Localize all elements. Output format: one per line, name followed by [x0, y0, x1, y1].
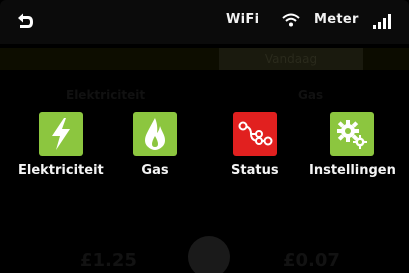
tab-left — [0, 48, 219, 70]
wifi-icon — [282, 13, 300, 27]
tab-vandaag: Vandaag — [219, 48, 363, 70]
wifi-label: WiFi — [226, 12, 260, 27]
menu-label-gas: Gas — [141, 163, 169, 178]
gears-icon — [337, 120, 368, 149]
menu-label-settings: Instellingen — [309, 163, 396, 178]
device-screen: WiFi Meter Vandaag Elektriciteit Gas Ele… — [0, 0, 409, 273]
status-bar: WiFi Meter — [0, 0, 409, 44]
menu-label-electricity: Elektriciteit — [18, 163, 104, 178]
menu-item-electricity[interactable]: Elektriciteit — [18, 112, 104, 178]
signal-bars-icon — [373, 14, 391, 29]
lightning-bolt-icon — [51, 118, 70, 150]
menu-item-gas[interactable]: Gas — [133, 112, 177, 178]
menu-item-status[interactable]: Status — [231, 112, 279, 178]
gas-tile[interactable] — [133, 112, 177, 156]
network-nodes-icon — [238, 121, 273, 146]
bg-label-electricity: Elektriciteit — [66, 88, 146, 102]
status-tile[interactable] — [232, 112, 277, 156]
center-circle — [188, 236, 230, 273]
back-button[interactable] — [10, 8, 40, 36]
menu-label-status: Status — [231, 163, 279, 178]
electricity-tile[interactable] — [38, 112, 83, 156]
amount-gas: £0.07 — [283, 250, 340, 271]
period-tabs: Vandaag — [0, 48, 409, 70]
menu-item-settings[interactable]: Instellingen — [309, 112, 396, 178]
back-arrow-icon — [18, 13, 33, 28]
settings-tile[interactable] — [330, 112, 375, 156]
flame-icon — [145, 118, 165, 150]
amount-electricity: £1.25 — [80, 250, 137, 271]
bg-label-gas: Gas — [298, 88, 324, 102]
meter-label: Meter — [314, 12, 359, 27]
